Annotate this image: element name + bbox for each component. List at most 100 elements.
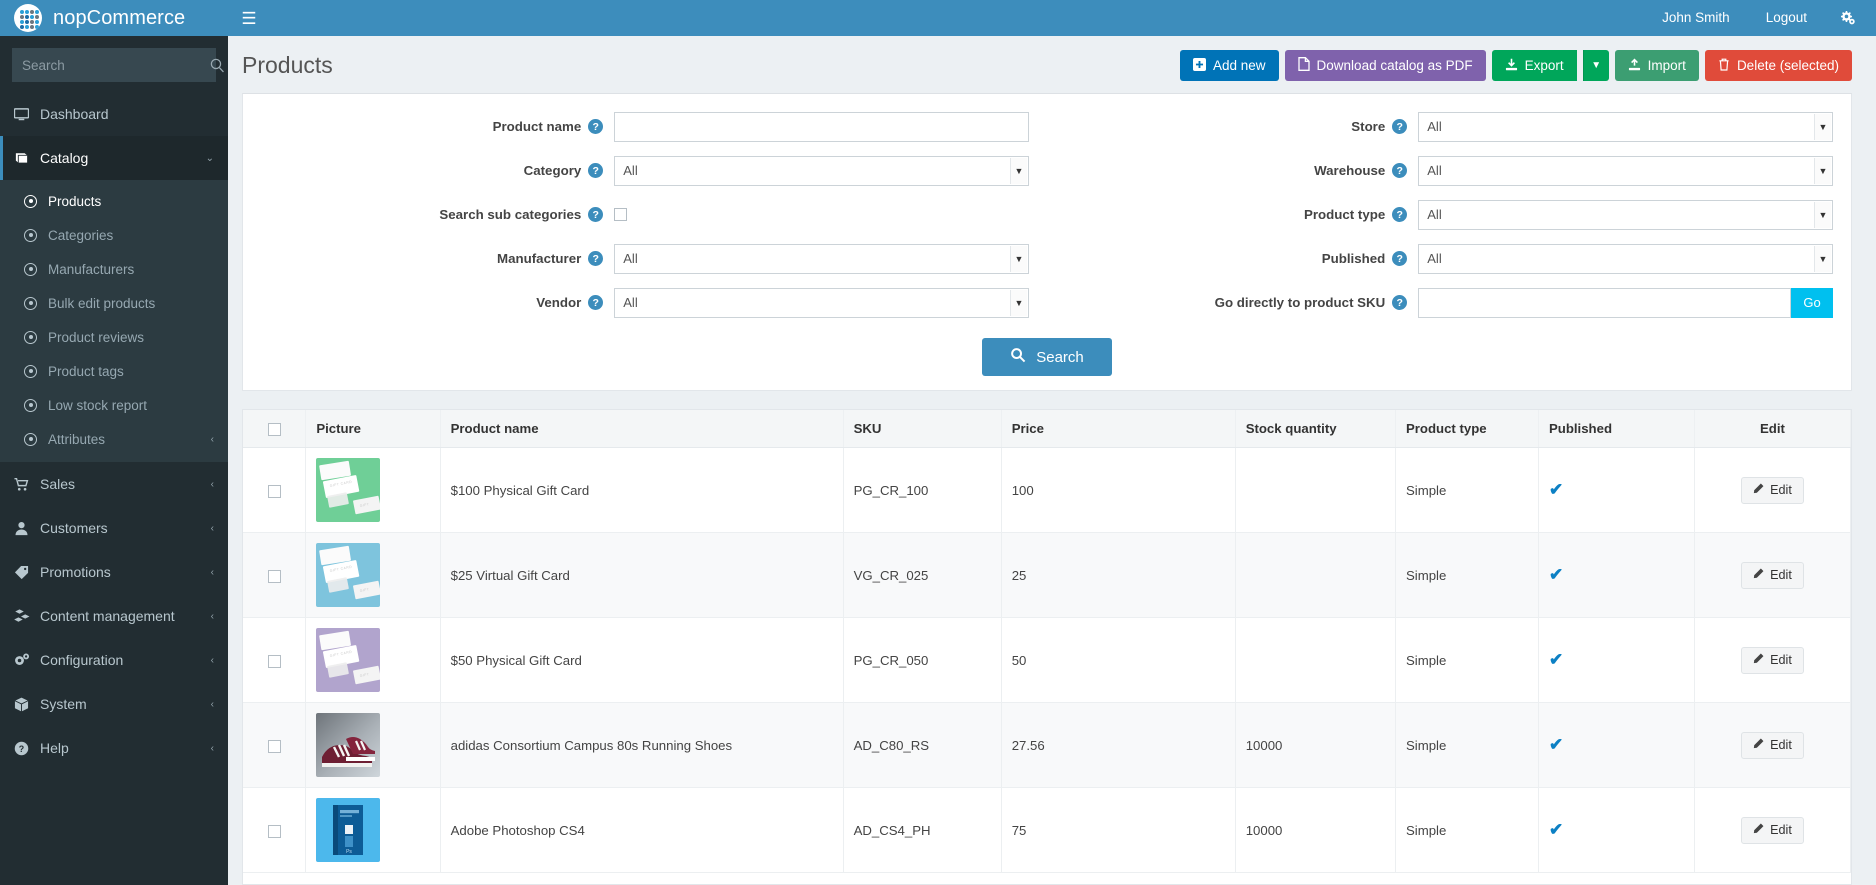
chevron-down-icon[interactable]: ▼ [1010, 157, 1027, 184]
help-icon[interactable]: ? [588, 119, 604, 134]
sidebar-item-promotions[interactable]: Promotions ‹ [0, 550, 228, 594]
header-picture[interactable]: Picture [305, 410, 441, 449]
go-button[interactable]: Go [1791, 287, 1833, 318]
product-edit-cell: Edit [1694, 532, 1851, 619]
user-icon [14, 521, 40, 536]
sidebar-search[interactable] [12, 48, 224, 82]
edit-button[interactable]: Edit [1741, 731, 1804, 759]
current-user-link[interactable]: John Smith [1644, 0, 1748, 36]
search-input[interactable] [12, 57, 209, 73]
filter-panel-wrap: Product name ? Category ? All ▼ Search s… [228, 93, 1876, 391]
product-price-cell: 50 [1001, 617, 1236, 704]
sidebar-item-bulk-edit-products[interactable]: Bulk edit products [0, 286, 228, 320]
edit-button[interactable]: Edit [1741, 816, 1804, 844]
product-type-cell: Simple [1395, 532, 1539, 619]
row-checkbox[interactable] [267, 484, 281, 498]
sidebar-item-categories[interactable]: Categories [0, 218, 228, 252]
chevron-down-icon[interactable]: ▼ [1814, 157, 1831, 184]
sidebar-item-products[interactable]: Products [0, 184, 228, 218]
manufacturer-select[interactable]: All ▼ [614, 243, 1029, 274]
header-stock-quantity[interactable]: Stock quantity [1235, 410, 1397, 449]
help-icon[interactable]: ? [1392, 295, 1408, 310]
sidebar-item-product-tags[interactable]: Product tags [0, 354, 228, 388]
settings-gear-icon[interactable] [1825, 10, 1862, 27]
warehouse-select[interactable]: All ▼ [1418, 155, 1833, 186]
help-icon[interactable]: ? [1392, 251, 1408, 266]
page-title: Products [242, 52, 333, 78]
chevron-down-icon[interactable]: ▼ [1010, 245, 1027, 272]
select-all-checkbox[interactable] [267, 423, 281, 437]
help-icon[interactable]: ? [588, 207, 604, 222]
go-to-sku-control: Go [1418, 287, 1833, 318]
help-icon[interactable]: ? [588, 163, 604, 178]
product-type-select[interactable]: All ▼ [1418, 199, 1833, 230]
edit-button[interactable]: Edit [1741, 476, 1804, 504]
category-select[interactable]: All ▼ [614, 155, 1029, 186]
edit-button[interactable]: Edit [1741, 561, 1804, 589]
product-price-cell: 75 [1001, 787, 1236, 874]
product-name-input[interactable] [614, 111, 1029, 142]
help-icon[interactable]: ? [1392, 163, 1408, 178]
sidebar-item-catalog[interactable]: Catalog ⌄ [0, 136, 228, 180]
header-product-name[interactable]: Product name [440, 410, 844, 449]
sidebar-item-system[interactable]: System ‹ [0, 682, 228, 726]
logout-link[interactable]: Logout [1748, 0, 1825, 36]
download-pdf-button[interactable]: Download catalog as PDF [1284, 50, 1486, 81]
go-to-sku-input[interactable] [1418, 287, 1791, 318]
sidebar-item-configuration[interactable]: Configuration ‹ [0, 638, 228, 682]
chevron-down-icon[interactable]: ▼ [1814, 201, 1831, 228]
header-product-type[interactable]: Product type [1395, 410, 1539, 449]
help-icon[interactable]: ? [588, 251, 604, 266]
row-checkbox[interactable] [267, 654, 281, 668]
menu-toggle-icon[interactable]: ☰ [228, 0, 270, 36]
row-select-cell [243, 532, 307, 619]
table-row: GIFT CARD GIFT $100 Physical Gift Card P… [243, 447, 1851, 534]
table-row: adidas Consortium Campus 80s Running Sho… [243, 702, 1851, 789]
export-button[interactable]: Export [1491, 50, 1577, 81]
edit-button[interactable]: Edit [1741, 646, 1804, 674]
vendor-select[interactable]: All ▼ [614, 287, 1029, 318]
search-icon[interactable] [209, 57, 228, 74]
header-published[interactable]: Published [1538, 410, 1695, 449]
row-checkbox[interactable] [267, 824, 281, 838]
brand-logo-area[interactable]: nopCommerce [0, 0, 228, 36]
search-button[interactable]: Search [982, 338, 1112, 376]
search-sub-categories-checkbox[interactable] [614, 208, 628, 221]
sidebar-item-attributes[interactable]: Attributes ‹ [0, 422, 228, 456]
sidebar-item-low-stock-report[interactable]: Low stock report [0, 388, 228, 422]
sidebar-item-sales[interactable]: Sales ‹ [0, 462, 228, 506]
published-select[interactable]: All ▼ [1418, 243, 1833, 274]
published-control: All ▼ [1418, 243, 1833, 274]
search-button-label: Search [1036, 348, 1084, 366]
row-checkbox[interactable] [267, 569, 281, 583]
sidebar-item-content-management[interactable]: Content management ‹ [0, 594, 228, 638]
chevron-down-icon[interactable]: ▼ [1814, 113, 1831, 140]
sidebar-item-manufacturers[interactable]: Manufacturers [0, 252, 228, 286]
help-icon[interactable]: ? [1392, 119, 1408, 134]
row-checkbox[interactable] [267, 739, 281, 753]
header-sku[interactable]: SKU [843, 410, 1002, 449]
delete-selected-button[interactable]: Delete (selected) [1704, 50, 1852, 81]
filter-grid: Product name ? Category ? All ▼ Search s… [243, 110, 1851, 330]
store-select[interactable]: All ▼ [1418, 111, 1833, 142]
chevron-down-icon[interactable]: ▼ [1010, 289, 1027, 316]
help-icon[interactable]: ? [588, 295, 604, 310]
add-new-button[interactable]: Add new [1180, 50, 1279, 81]
filter-row-go-to-sku: Go directly to product SKU ? Go [1065, 286, 1833, 319]
add-new-label: Add new [1213, 58, 1266, 73]
export-dropdown-caret-icon[interactable]: ▼ [1582, 50, 1609, 81]
table-header-row: Picture Product name SKU Price Stock qua… [243, 410, 1851, 449]
sidebar-item-dashboard[interactable]: Dashboard [0, 92, 228, 136]
import-button[interactable]: Import [1614, 50, 1699, 81]
sidebar-item-product-reviews[interactable]: Product reviews [0, 320, 228, 354]
product-sku-cell: PG_CR_100 [843, 447, 1002, 534]
filter-row-product-name: Product name ? [261, 110, 1029, 143]
sidebar-item-label: Attributes [48, 431, 106, 447]
header-price[interactable]: Price [1001, 410, 1236, 449]
chevron-down-icon[interactable]: ▼ [1814, 245, 1831, 272]
help-icon[interactable]: ? [1392, 207, 1408, 222]
sidebar-item-customers[interactable]: Customers ‹ [0, 506, 228, 550]
products-table-container: Picture Product name SKU Price Stock qua… [242, 409, 1852, 885]
sidebar-item-help[interactable]: ? Help ‹ [0, 726, 228, 770]
search-button-wrap: Search [243, 338, 1851, 376]
